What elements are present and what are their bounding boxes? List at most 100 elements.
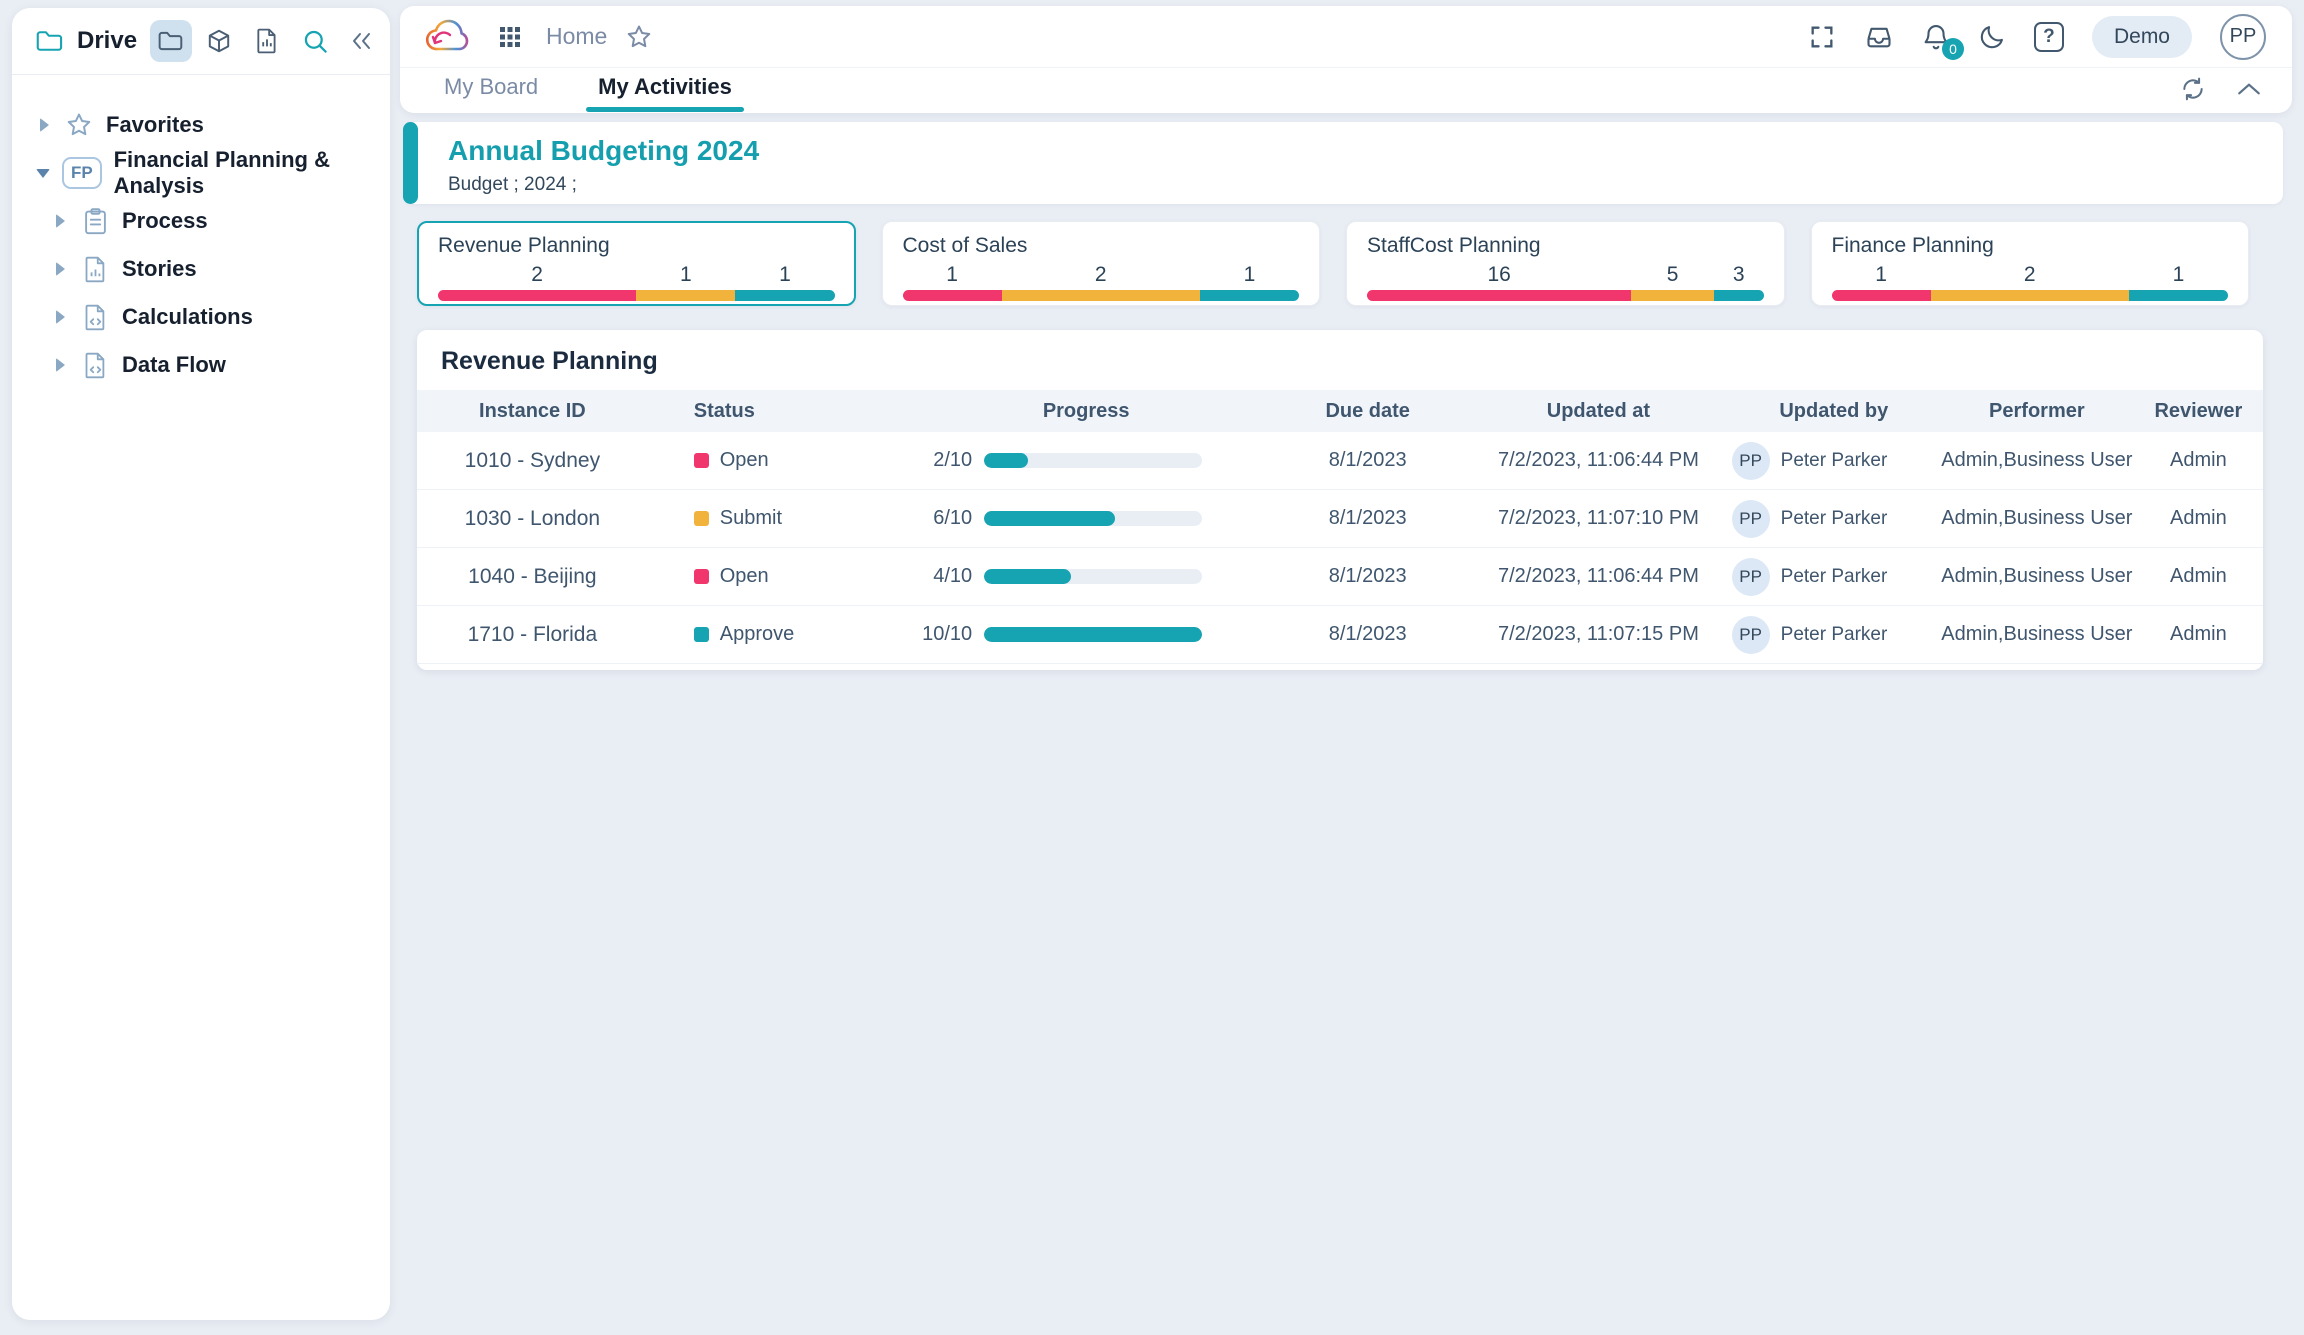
tree-item-financial-planning[interactable]: FP Financial Planning & Analysis: [12, 149, 390, 197]
summary-card-finance-planning[interactable]: Finance Planning 1 2 1: [1811, 221, 2250, 306]
tree-item-process[interactable]: Process: [12, 197, 390, 245]
tabs-bar: My Board My Activities: [400, 68, 2292, 112]
reviewer: Admin: [2134, 623, 2263, 646]
top-navigation-bar: Home 0 ? Demo PP: [400, 6, 2292, 68]
bar-segment-approve: [735, 290, 834, 301]
due-date: 8/1/2023: [1266, 507, 1469, 530]
sidebar-title: Drive: [77, 27, 137, 55]
sidebar-header: Drive: [12, 8, 390, 74]
segment-count: 1: [735, 263, 834, 287]
expand-caret-icon[interactable]: [52, 310, 68, 324]
table-row[interactable]: 1010 - Sydney Open 2/10 8/1/2023 7/2/202…: [417, 432, 2263, 490]
progress-label: 2/10: [906, 449, 972, 472]
collapse-sidebar-button[interactable]: [346, 30, 376, 52]
progress-bar: [984, 511, 1202, 526]
segment-count: 1: [636, 263, 735, 287]
help-icon[interactable]: ?: [2034, 22, 2064, 52]
segment-labels: 16 5 3: [1367, 263, 1764, 287]
reviewer: Admin: [2134, 565, 2263, 588]
status-color-icon: [694, 511, 709, 526]
progress-fill: [984, 511, 1115, 526]
segment-labels: 1 2 1: [903, 263, 1300, 287]
updated-at: 7/2/2023, 11:07:15 PM: [1469, 623, 1727, 646]
dark-mode-moon-icon[interactable]: [1978, 23, 2006, 51]
expand-caret-icon[interactable]: [52, 262, 68, 276]
star-icon: [64, 111, 94, 139]
progress-label: 10/10: [906, 623, 972, 646]
reports-file-button[interactable]: [246, 20, 288, 62]
progress-bar: [984, 627, 1202, 642]
col-header-instance-id: Instance ID: [417, 400, 648, 423]
bar-segment-submit: [1631, 290, 1714, 301]
notifications-bell-icon[interactable]: 0: [1922, 22, 1950, 52]
tree-item-stories[interactable]: Stories: [12, 245, 390, 293]
summary-card-staffcost-planning[interactable]: StaffCost Planning 16 5 3: [1346, 221, 1785, 306]
table-row[interactable]: 1710 - Florida Approve 10/10 8/1/2023 7/…: [417, 606, 2263, 664]
segment-count: 2: [438, 263, 636, 287]
models-cube-button[interactable]: [198, 20, 240, 62]
reviewer: Admin: [2134, 507, 2263, 530]
tree-item-label: Data Flow: [122, 352, 226, 378]
tree-item-calculations[interactable]: Calculations: [12, 293, 390, 341]
progress-fill: [984, 627, 1202, 642]
tab-my-activities[interactable]: My Activities: [598, 74, 732, 112]
status-label: Submit: [720, 507, 782, 530]
summary-card-title: Finance Planning: [1832, 234, 2229, 258]
updated-by-name: Peter Parker: [1781, 508, 1888, 530]
status-cell: Open: [648, 449, 906, 472]
segment-count: 1: [2129, 263, 2228, 287]
progress-fill: [984, 453, 1028, 468]
collapse-panel-chevron-up-icon[interactable]: [2236, 81, 2262, 97]
user-avatar[interactable]: PP: [2220, 14, 2266, 60]
progress-label: 6/10: [906, 507, 972, 530]
instance-id[interactable]: 1030 - London: [417, 507, 648, 531]
col-header-progress: Progress: [906, 400, 1266, 423]
tree-item-data-flow[interactable]: Data Flow: [12, 341, 390, 389]
progress-cell: 10/10: [906, 623, 1266, 646]
segment-count: 16: [1367, 263, 1631, 287]
favorite-star-icon[interactable]: [625, 23, 653, 51]
due-date: 8/1/2023: [1266, 623, 1469, 646]
inbox-tray-icon[interactable]: [1864, 23, 1894, 51]
expand-caret-icon[interactable]: [52, 358, 68, 372]
tree-item-favorites[interactable]: Favorites: [12, 101, 390, 149]
avatar: PP: [1732, 558, 1770, 596]
updated-by-name: Peter Parker: [1781, 624, 1888, 646]
summary-card-revenue-planning[interactable]: Revenue Planning 2 1 1: [417, 221, 856, 306]
status-cell: Open: [648, 565, 906, 588]
process-title-card: Annual Budgeting 2024 Budget ; 2024 ;: [404, 122, 2283, 204]
fullscreen-icon[interactable]: [1808, 23, 1836, 51]
expand-caret-icon[interactable]: [36, 118, 52, 132]
status-stacked-bar: [903, 290, 1300, 301]
collapse-caret-icon[interactable]: [36, 169, 50, 178]
col-header-performer: Performer: [1940, 400, 2134, 423]
expand-caret-icon[interactable]: [52, 214, 68, 228]
search-button[interactable]: [294, 20, 336, 62]
updated-at: 7/2/2023, 11:07:10 PM: [1469, 507, 1727, 530]
performer: Admin,Business User: [1940, 565, 2134, 588]
tab-my-board[interactable]: My Board: [444, 74, 538, 112]
instance-id[interactable]: 1710 - Florida: [417, 623, 648, 647]
bar-segment-submit: [636, 290, 735, 301]
bar-segment-open: [1367, 290, 1631, 301]
instance-id[interactable]: 1040 - Beijing: [417, 565, 648, 589]
instance-id[interactable]: 1010 - Sydney: [417, 449, 648, 473]
app-cloud-logo[interactable]: [424, 17, 472, 57]
app-switcher-grid-icon[interactable]: [498, 25, 522, 49]
demo-button[interactable]: Demo: [2092, 16, 2192, 58]
clipboard-icon: [80, 208, 110, 235]
reviewer: Admin: [2134, 449, 2263, 472]
breadcrumb-home[interactable]: Home: [546, 23, 607, 50]
status-color-icon: [694, 627, 709, 642]
page-title[interactable]: Annual Budgeting 2024: [448, 135, 2283, 167]
tree-item-label: Stories: [122, 256, 197, 282]
files-tab-button[interactable]: [150, 20, 192, 62]
summary-card-cost-of-sales[interactable]: Cost of Sales 1 2 1: [882, 221, 1321, 306]
progress-cell: 2/10: [906, 449, 1266, 472]
status-label: Open: [720, 565, 769, 588]
table-row[interactable]: 1040 - Beijing Open 4/10 8/1/2023 7/2/20…: [417, 548, 2263, 606]
avatar: PP: [1732, 500, 1770, 538]
table-row[interactable]: 1030 - London Submit 6/10 8/1/2023 7/2/2…: [417, 490, 2263, 548]
refresh-icon[interactable]: [2180, 76, 2206, 102]
progress-label: 4/10: [906, 565, 972, 588]
